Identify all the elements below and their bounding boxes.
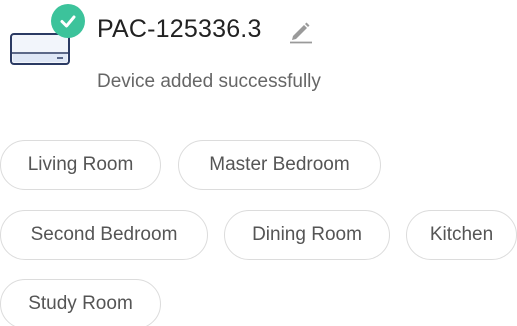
room-chip-kitchen[interactable]: Kitchen	[406, 210, 517, 260]
room-chip-second-bedroom[interactable]: Second Bedroom	[0, 210, 208, 260]
device-name: PAC-125336.3	[97, 15, 262, 43]
room-chip-master-bedroom[interactable]: Master Bedroom	[178, 140, 381, 190]
device-added-screen: PAC-125336.3 Device added successfully L…	[0, 0, 517, 326]
air-conditioner-icon	[10, 33, 70, 65]
room-chip-study-room[interactable]: Study Room	[0, 279, 161, 326]
room-chip-living-room[interactable]: Living Room	[0, 140, 161, 190]
room-chip-dining-room[interactable]: Dining Room	[224, 210, 390, 260]
status-message: Device added successfully	[97, 71, 321, 92]
check-circle-icon	[51, 4, 85, 38]
pencil-icon[interactable]	[287, 17, 315, 45]
